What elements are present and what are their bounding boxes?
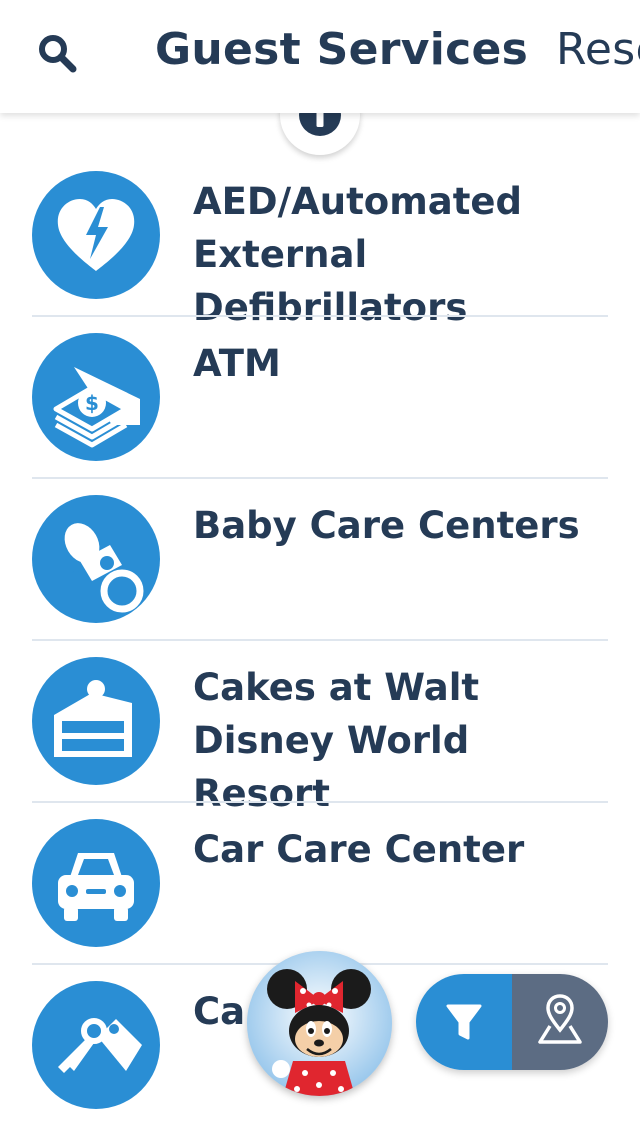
map-button[interactable]: [512, 974, 608, 1070]
minnie-avatar-icon: [247, 951, 392, 1096]
search-icon[interactable]: [36, 32, 78, 74]
top-nav: Guest Services Rese: [0, 0, 640, 113]
heart-lightning-icon: [32, 171, 160, 299]
avatar-button[interactable]: [247, 951, 392, 1096]
key-tag-icon: [32, 981, 160, 1109]
pacifier-icon: [32, 495, 160, 623]
list-item[interactable]: Cakes at Walt Disney World Resort: [0, 641, 640, 815]
svg-text:$: $: [85, 391, 99, 415]
list-item[interactable]: Car Care Center: [0, 803, 640, 965]
list-item[interactable]: AED/Automated External Defibrillators: [0, 155, 640, 329]
list-item-label: Car Care Center: [193, 828, 525, 871]
list-item[interactable]: Baby Care Centers: [0, 479, 640, 641]
filter-map-toggle: [416, 974, 608, 1070]
filter-icon: [446, 1004, 482, 1040]
list-item-label: AED/Automated External Defibrillators: [193, 180, 523, 329]
list-item-label: Cakes at Walt Disney World Resort: [193, 666, 480, 815]
tab-guest-services[interactable]: Guest Services: [155, 22, 528, 78]
list-item-label: ATM: [193, 342, 281, 385]
list-item-label: Baby Care Centers: [193, 504, 580, 547]
atm-money-icon: $: [32, 333, 160, 461]
car-icon: [32, 819, 160, 947]
list-item[interactable]: $ ATM: [0, 317, 640, 479]
map-pin-icon: [538, 994, 582, 1044]
filter-button[interactable]: [416, 974, 512, 1070]
tab-next[interactable]: Rese: [556, 22, 640, 78]
cake-slice-icon: [32, 657, 160, 785]
